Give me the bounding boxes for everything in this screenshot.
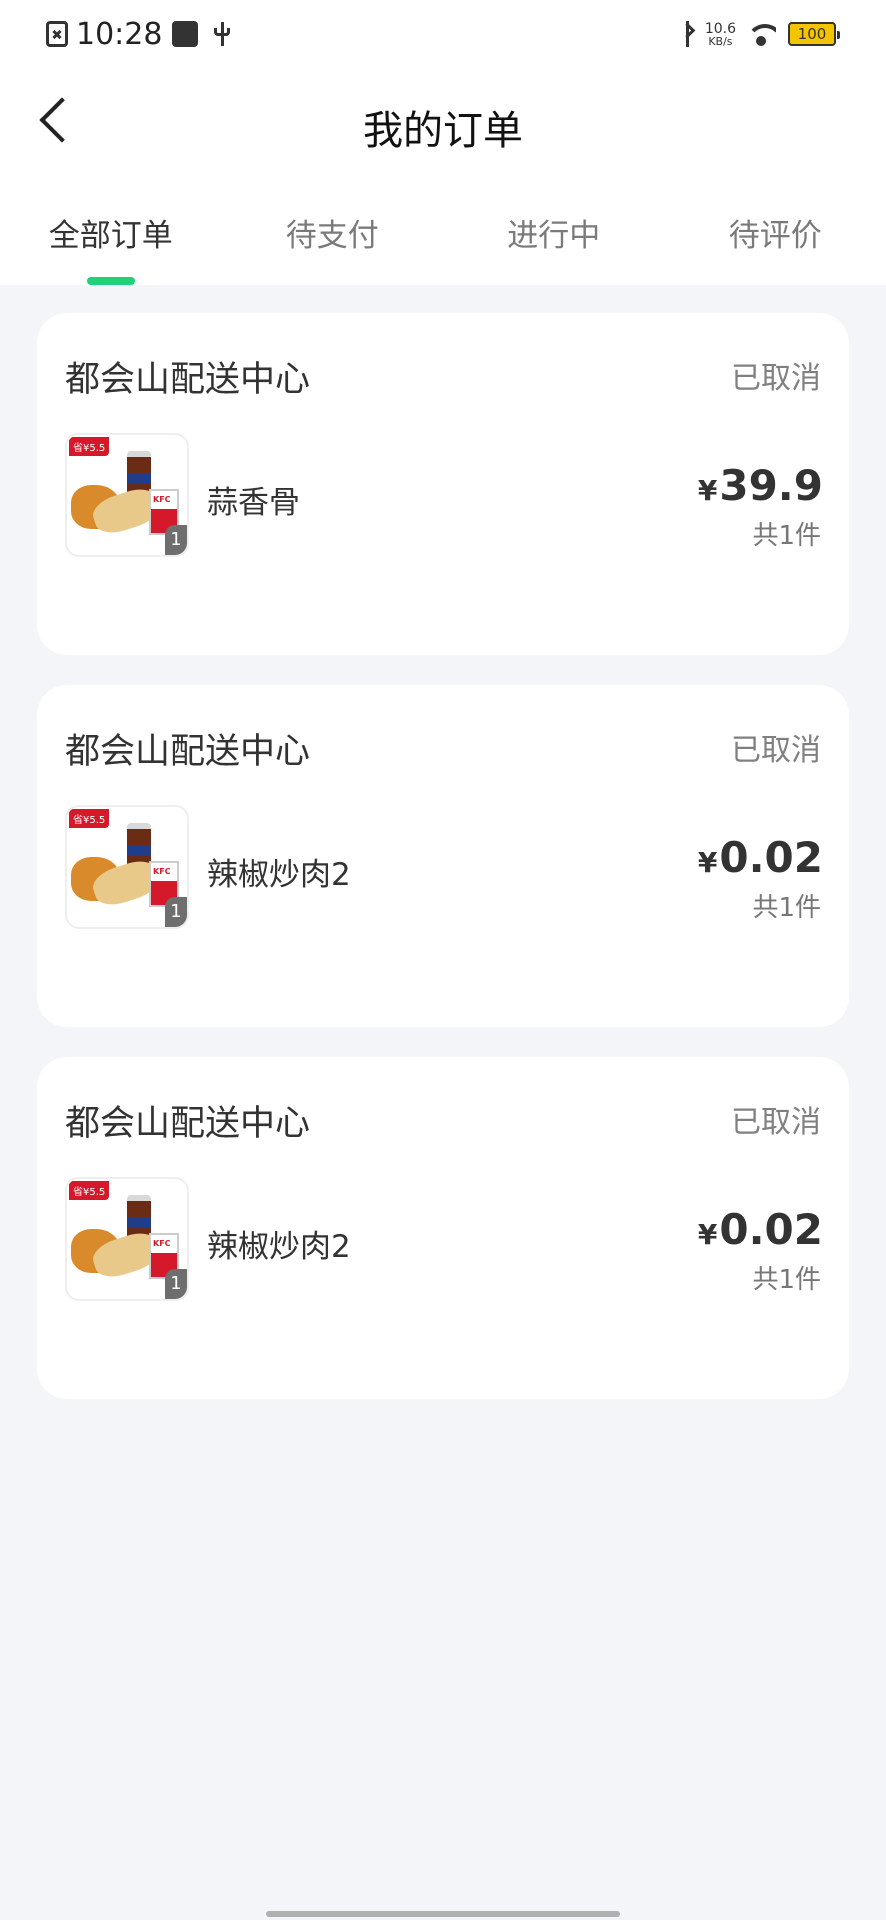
store-name: 都会山配送中心 [65,1104,311,1144]
item-count: 共1件 [752,1265,821,1295]
tab-in-progress[interactable]: 进行中 [443,180,665,285]
item-name: 辣椒炒肉2 [207,1229,351,1265]
status-right: 10.6 KB/s 100 [679,16,840,52]
status-left: 10:28 [46,14,232,54]
price-value: 0.02 [719,1205,823,1254]
page-title: 我的订单 [363,108,523,154]
order-list: 都会山配送中心 已取消 省¥5.5 1 蒜香骨 ¥39.9 共1件 都会山配送中… [37,313,849,1429]
net-speed: 10.6 KB/s [705,22,736,47]
app-icon [172,21,199,47]
order-card[interactable]: 都会山配送中心 已取消 省¥5.5 1 蒜香骨 ¥39.9 共1件 [37,313,849,655]
order-card[interactable]: 都会山配送中心 已取消 省¥5.5 1 辣椒炒肉2 ¥0.02 共1件 [37,685,849,1027]
item-count: 共1件 [752,893,821,923]
status-time: 10:28 [76,16,163,52]
order-price: ¥0.02 [698,1205,823,1254]
discount-badge: 省¥5.5 [69,1181,110,1200]
store-name: 都会山配送中心 [65,360,311,400]
discount-badge: 省¥5.5 [69,809,110,828]
order-price: ¥0.02 [698,833,823,882]
product-image: 省¥5.5 1 [65,433,189,557]
store-name: 都会山配送中心 [65,732,311,772]
tab-pending-payment[interactable]: 待支付 [222,180,444,285]
wifi-icon [746,22,776,46]
currency-symbol: ¥ [697,846,718,879]
currency-symbol: ¥ [697,474,718,507]
tab-pending-review[interactable]: 待评价 [665,180,886,285]
quantity-badge: 1 [165,897,187,927]
notification-icon [46,21,68,47]
discount-badge: 省¥5.5 [69,437,110,456]
order-tabs: 全部订单 待支付 进行中 待评价 [0,180,886,285]
battery-icon: 100 [788,22,840,46]
product-image: 省¥5.5 1 [65,1177,189,1301]
order-card[interactable]: 都会山配送中心 已取消 省¥5.5 1 辣椒炒肉2 ¥0.02 共1件 [37,1057,849,1399]
item-name: 蒜香骨 [207,485,300,521]
quantity-badge: 1 [165,525,187,555]
price-value: 39.9 [719,461,823,510]
item-name: 辣椒炒肉2 [207,857,351,893]
product-image: 省¥5.5 1 [65,805,189,929]
net-speed-value: 10.6 [704,20,736,37]
price-value: 0.02 [719,833,823,882]
quantity-badge: 1 [165,1269,187,1299]
status-bar: 10:28 10.6 KB/s 100 [0,0,886,68]
bluetooth-icon [679,20,697,48]
order-status: 已取消 [731,733,821,768]
header: 我的订单 [0,68,886,178]
home-indicator[interactable] [266,1911,620,1917]
item-count: 共1件 [752,521,821,551]
usb-icon [212,20,232,48]
tab-all-orders[interactable]: 全部订单 [0,180,222,285]
currency-symbol: ¥ [697,1218,718,1251]
order-status: 已取消 [731,1105,821,1140]
order-price: ¥39.9 [698,461,823,510]
net-speed-unit: KB/s [708,34,733,48]
order-status: 已取消 [731,361,821,396]
